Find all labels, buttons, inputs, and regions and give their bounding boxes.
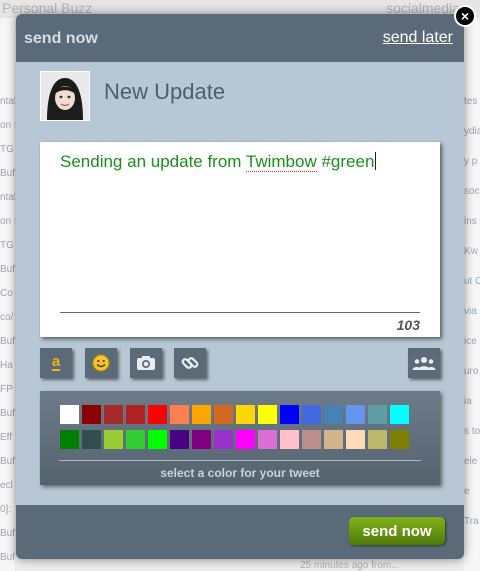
color-swatch[interactable] [214, 405, 233, 424]
background-text-fragment: ins [464, 216, 477, 227]
amazon-button[interactable]: a [40, 348, 72, 378]
color-swatch[interactable] [236, 405, 255, 424]
background-text-fragment: Tra [464, 516, 479, 527]
background-text-fragment: co/ [0, 312, 14, 323]
color-swatch[interactable] [214, 430, 233, 449]
palette-divider [59, 460, 421, 461]
background-text-fragment: Buf [0, 264, 15, 275]
color-swatch[interactable] [258, 430, 277, 449]
color-swatch[interactable] [82, 405, 101, 424]
misspelled-word: Twimbow [245, 152, 317, 172]
background-text-fragment: ntal [0, 192, 15, 203]
color-palette: select a color for your tweet [40, 391, 440, 485]
send-now-button[interactable]: send now [349, 517, 445, 545]
background-text-fragment: TG [0, 240, 14, 251]
compose-textarea[interactable]: Sending an update from Twimbow #green 10… [40, 142, 440, 337]
background-text-fragment: Buf [0, 408, 15, 419]
color-swatch[interactable] [170, 430, 189, 449]
color-swatch[interactable] [346, 430, 365, 449]
background-text-fragment: via [464, 306, 477, 317]
color-swatch[interactable] [302, 405, 321, 424]
dialog-header: send now send later [16, 14, 464, 62]
background-text-fragment: s to [464, 426, 480, 437]
compose-divider [60, 312, 420, 313]
color-swatch[interactable] [280, 430, 299, 449]
background-text-fragment: ut C [464, 276, 480, 287]
color-swatch[interactable] [126, 405, 145, 424]
background-text-fragment: Kw [464, 246, 478, 257]
compose-dialog: send now send later New Update Sending a… [16, 14, 464, 559]
color-swatch[interactable] [258, 405, 277, 424]
background-text-fragment: Ha [0, 360, 13, 371]
background-text-fragment: y p [464, 156, 478, 167]
color-swatch[interactable] [302, 430, 321, 449]
group-button[interactable] [408, 348, 440, 378]
group-icon [412, 357, 436, 370]
background-text-fragment: Buf [0, 336, 15, 347]
background-text-fragment: Co [0, 288, 13, 299]
link-button[interactable] [174, 348, 206, 378]
color-swatch[interactable] [390, 405, 409, 424]
text-caret [375, 152, 377, 170]
color-swatch[interactable] [104, 405, 123, 424]
color-swatch[interactable] [346, 405, 365, 424]
background-text-fragment: Buf [0, 552, 15, 563]
background-text-fragment: 0]: [0, 504, 12, 515]
color-swatch[interactable] [60, 405, 79, 424]
color-swatch[interactable] [192, 430, 211, 449]
background-text-fragment: uro [464, 366, 479, 377]
background-text-fragment: soc [464, 186, 480, 197]
send-now-tab[interactable]: send now [24, 30, 98, 48]
color-swatch[interactable] [148, 405, 167, 424]
background-text-fragment: e [464, 486, 470, 497]
background-text-fragment: ia [464, 396, 472, 407]
compose-text-part: Sending an update from [60, 152, 246, 171]
color-swatch[interactable] [368, 405, 387, 424]
color-swatch[interactable] [368, 430, 387, 449]
send-later-link[interactable]: send later [383, 29, 453, 47]
compose-text[interactable]: Sending an update from Twimbow #green [60, 152, 377, 172]
character-count: 103 [396, 317, 420, 333]
close-icon[interactable]: × [454, 5, 476, 27]
background-text-fragment: ecl [0, 480, 13, 491]
amazon-icon: a [51, 353, 61, 371]
color-swatch[interactable] [324, 430, 343, 449]
compose-text-hashtag: #green [316, 152, 375, 171]
emoji-button[interactable] [85, 348, 117, 378]
background-text-fragment: ele [464, 456, 478, 467]
color-swatch[interactable] [280, 405, 299, 424]
color-swatch[interactable] [324, 405, 343, 424]
avatar [40, 71, 90, 121]
color-swatch[interactable] [126, 430, 145, 449]
camera-icon [137, 356, 155, 370]
photo-button[interactable] [130, 348, 162, 378]
dialog-title: New Update [104, 79, 226, 104]
background-text-fragment: ydia [464, 126, 480, 137]
link-icon [181, 357, 199, 369]
color-swatch[interactable] [192, 405, 211, 424]
background-text-fragment: Buf [0, 528, 15, 539]
background-text-fragment: Buff [0, 168, 15, 179]
background-text-fragment: ntal [0, 96, 15, 107]
background-bottom-text: 25 minutes ago from... [300, 560, 400, 571]
color-swatch[interactable] [104, 430, 123, 449]
background-text-fragment: ice [464, 336, 477, 347]
avatar-image [41, 72, 89, 120]
background-text-fragment: Buf [0, 456, 15, 467]
color-swatch[interactable] [82, 430, 101, 449]
color-swatch[interactable] [148, 430, 167, 449]
palette-hint: select a color for your tweet [160, 466, 320, 480]
background-text-fragment: on F [0, 120, 15, 131]
background-text-fragment: TG [0, 144, 14, 155]
background-text-fragment: FP [0, 384, 13, 395]
dialog-footer: send now [16, 505, 464, 559]
background-text-fragment: tes [464, 96, 478, 107]
color-swatch[interactable] [390, 430, 409, 449]
color-swatch[interactable] [170, 405, 189, 424]
background-text-fragment: Eff [0, 432, 13, 443]
background-text-fragment: on F [0, 216, 15, 227]
color-swatch[interactable] [236, 430, 255, 449]
smiley-icon [92, 354, 110, 372]
color-swatch[interactable] [60, 430, 79, 449]
